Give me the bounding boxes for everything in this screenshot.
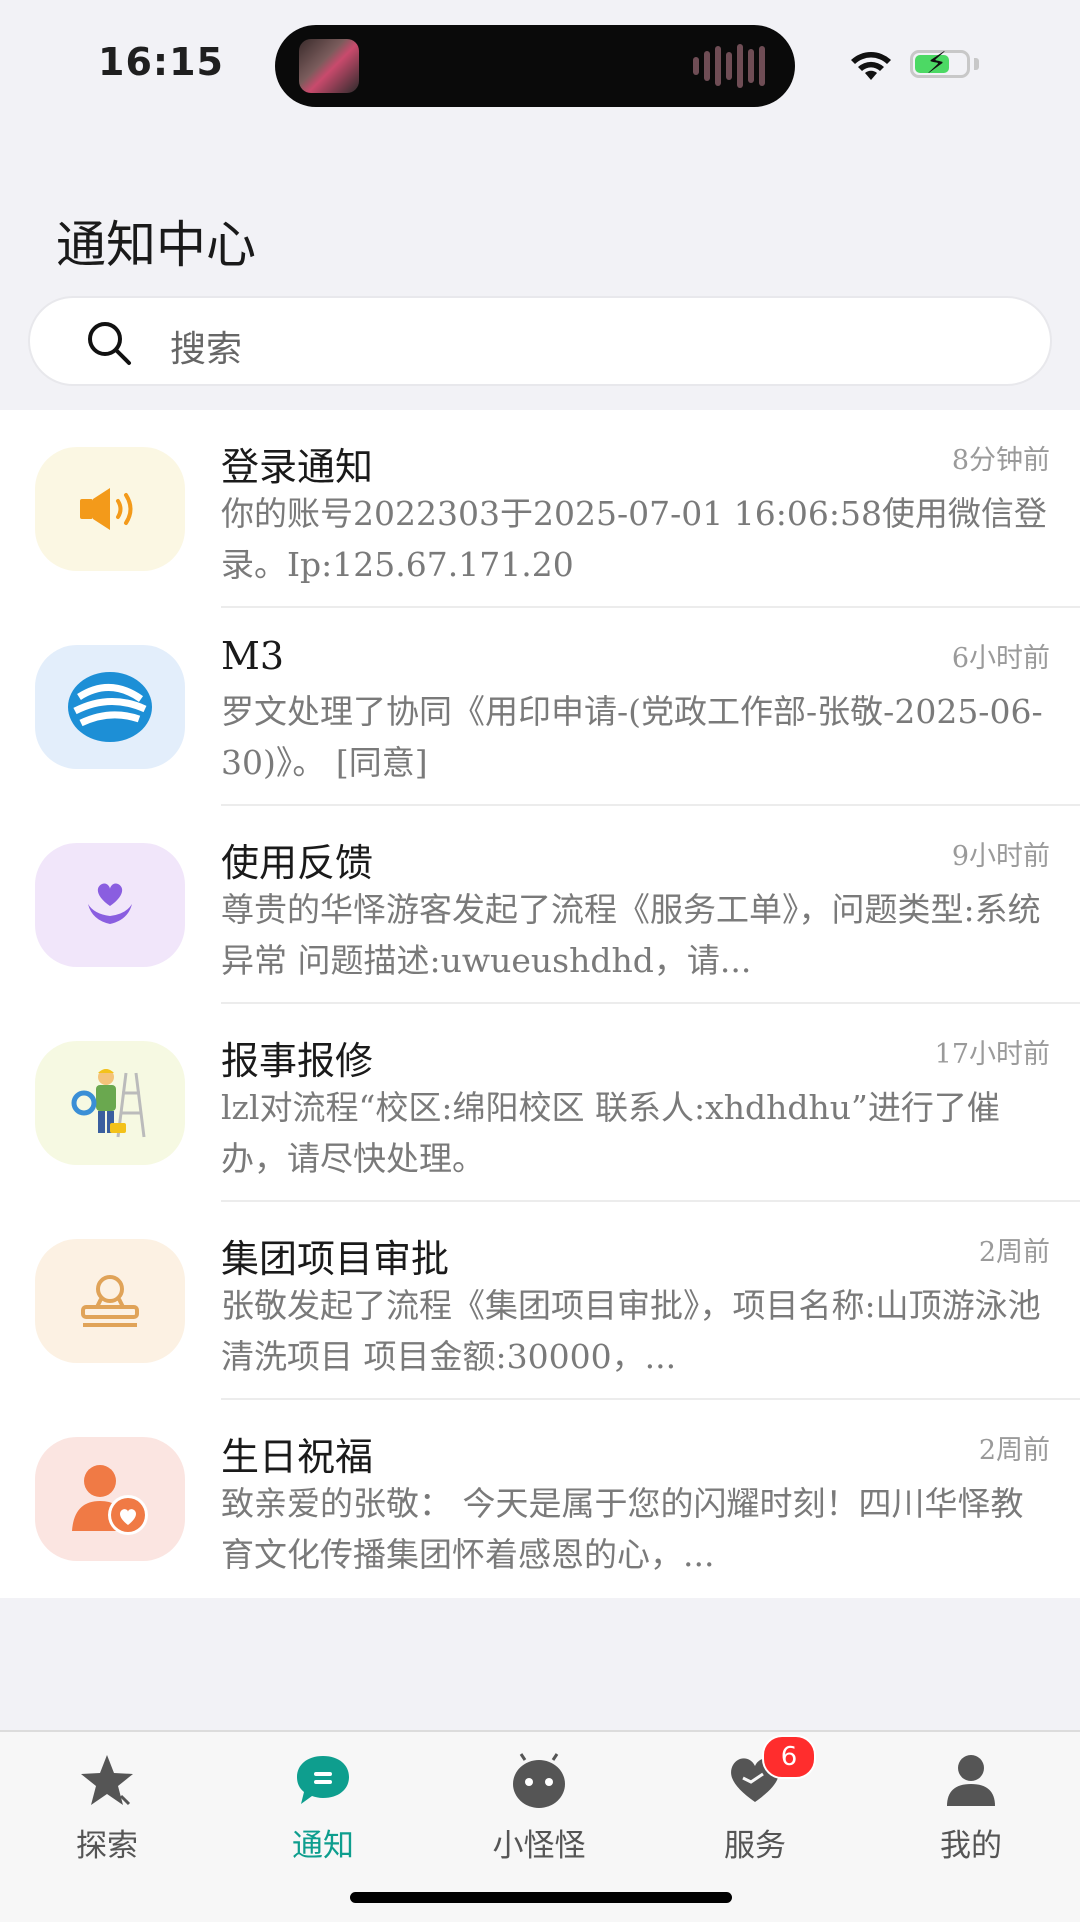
notification-body: 张敬发起了流程《集团项目审批》，项目名称:山顶游泳池清洗项目 项目金额:3000… — [221, 1286, 1041, 1376]
notification-time: 2周前 — [978, 1237, 1050, 1268]
battery-tip — [974, 58, 979, 70]
notification-time: 9小时前 — [951, 841, 1050, 872]
status-bar: 16:15 ⚡ — [0, 0, 1080, 130]
notification-avatar — [35, 843, 185, 967]
user-icon — [947, 1755, 995, 1806]
tab-label: 服务 — [724, 1828, 786, 1864]
heart-hand-icon — [88, 883, 132, 924]
notification-body: 致亲爱的张敬： 今天是属于您的闪耀时刻！四川华怿教育文化传播集团怀着感恩的心，.… — [221, 1484, 1024, 1574]
m3-logo-icon — [68, 672, 152, 742]
tab-label: 我的 — [940, 1828, 1002, 1864]
notification-body: 罗文处理了协同《用印申请-(党政工作部-张敬-2025-06-30)》。 [同意… — [221, 692, 1043, 782]
notification-avatar — [35, 1239, 185, 1363]
star-icon — [81, 1755, 133, 1806]
home-indicator[interactable] — [350, 1892, 732, 1903]
tab-little-monster[interactable]: 小怪怪 — [449, 1742, 629, 1864]
now-playing-thumbnail — [299, 39, 359, 93]
speaker-icon — [80, 488, 133, 530]
person-heart-icon — [72, 1465, 148, 1535]
notification-title: M3 — [221, 634, 285, 678]
search-placeholder: 搜索 — [170, 329, 243, 370]
page-title: 通知中心 — [56, 216, 256, 274]
chat-bubble-icon — [297, 1756, 349, 1804]
charging-bolt-icon: ⚡ — [926, 46, 948, 81]
notification-title: 登录通知 — [221, 445, 374, 489]
tab-profile[interactable]: 我的 — [881, 1742, 1061, 1864]
notification-body: 尊贵的华怿游客发起了流程《服务工单》，问题类型:系统异常 问题描述:uwueus… — [221, 890, 1041, 980]
notification-title: 报事报修 — [221, 1039, 374, 1083]
tab-services[interactable]: 服务 — [665, 1742, 845, 1864]
tab-explore[interactable]: 探索 — [17, 1742, 197, 1864]
notification-time: 6小时前 — [951, 643, 1050, 674]
wifi-icon — [851, 52, 891, 80]
repair-worker-icon — [71, 1069, 146, 1138]
tab-label: 探索 — [76, 1828, 138, 1864]
status-time: 16:15 — [98, 40, 224, 84]
notification-time: 8分钟前 — [951, 445, 1050, 476]
notification-title: 集团项目审批 — [221, 1237, 450, 1281]
dynamic-island[interactable] — [275, 25, 795, 107]
notification-item-project-approval[interactable]: 集团项目审批 2周前 张敬发起了流程《集团项目审批》，项目名称:山顶游泳池清洗项… — [0, 1202, 1080, 1400]
search-input[interactable]: 搜索 — [28, 296, 1052, 386]
notification-avatar — [35, 1437, 185, 1561]
tab-label: 小怪怪 — [492, 1828, 586, 1864]
notification-item-birthday[interactable]: 生日祝福 2周前 致亲爱的张敬： 今天是属于您的闪耀时刻！四川华怿教育文化传播集… — [0, 1400, 1080, 1598]
search-icon — [88, 322, 131, 365]
notification-time: 2周前 — [978, 1435, 1050, 1466]
audio-wave-icon — [693, 43, 765, 89]
notification-title: 使用反馈 — [221, 841, 374, 885]
notification-avatar — [35, 645, 185, 769]
notification-item-feedback[interactable]: 使用反馈 9小时前 尊贵的华怿游客发起了流程《服务工单》，问题类型:系统异常 问… — [0, 806, 1080, 1004]
notification-body: 你的账号2022303于2025-07-01 16:06:58使用微信登录。Ip… — [221, 494, 1047, 584]
notification-item-m3[interactable]: M3 6小时前 罗文处理了协同《用印申请-(党政工作部-张敬-2025-06-3… — [0, 608, 1080, 806]
notification-time: 17小时前 — [934, 1039, 1050, 1070]
tab-notifications[interactable]: 通知 — [233, 1742, 413, 1864]
notification-item-repair[interactable]: 报事报修 17小时前 lzl对流程“校区:绵阳校区 联系人:xhdhdhu”进行… — [0, 1004, 1080, 1202]
services-badge: 6 — [762, 1735, 816, 1779]
notification-avatar — [35, 1041, 185, 1165]
tab-label: 通知 — [292, 1828, 354, 1864]
notification-body: lzl对流程“校区:绵阳校区 联系人:xhdhdhu”进行了催办，请尽快处理。 — [221, 1088, 1000, 1178]
notification-item-login[interactable]: 登录通知 8分钟前 你的账号2022303于2025-07-01 16:06:5… — [0, 410, 1080, 608]
notification-title: 生日祝福 — [221, 1435, 374, 1479]
notification-list: 登录通知 8分钟前 你的账号2022303于2025-07-01 16:06:5… — [0, 410, 1080, 1598]
android-robot-icon — [513, 1753, 565, 1808]
stamp-icon — [81, 1275, 139, 1327]
notification-avatar — [35, 447, 185, 571]
